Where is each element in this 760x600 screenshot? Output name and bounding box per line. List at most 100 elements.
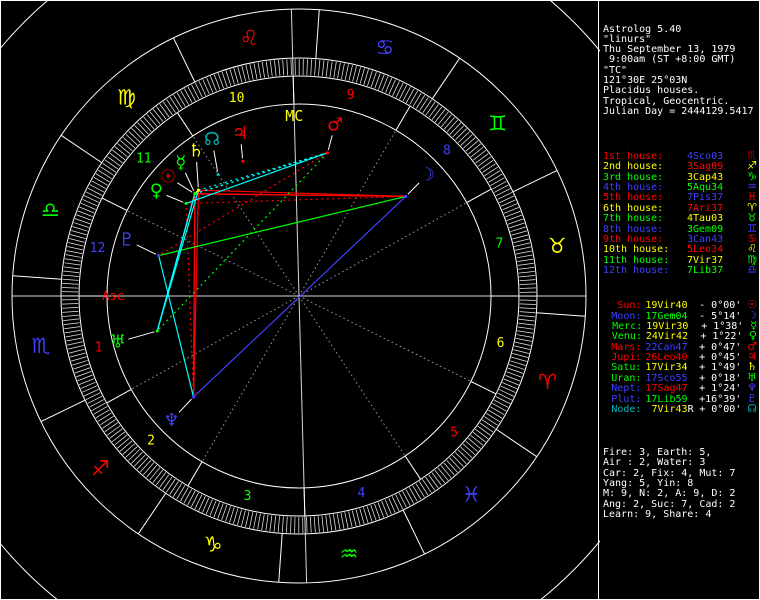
asc-label: Asc xyxy=(102,289,124,303)
degree-tick xyxy=(514,242,531,247)
degree-tick xyxy=(172,483,183,498)
sidebar: Astrolog 5.40 "linurs" Thu September 13, 1… xyxy=(603,0,757,600)
degree-tick xyxy=(107,156,121,167)
planet-longitude: 22Can47 xyxy=(645,341,688,353)
degree-tick xyxy=(62,306,79,309)
degree-tick xyxy=(363,69,369,85)
uranus-glyph: ♅ xyxy=(110,332,126,353)
house-row: 5th house: 7Pis37 ♓ xyxy=(603,191,757,203)
degree-tick xyxy=(68,242,84,247)
degree-tick xyxy=(412,485,422,500)
degree-tick xyxy=(261,61,265,78)
house-number-10: 10 xyxy=(229,91,245,106)
degree-tick xyxy=(443,117,455,130)
uranus-position-dot xyxy=(155,329,159,333)
degree-tick xyxy=(183,88,193,103)
degree-tick xyxy=(89,184,105,193)
degree-tick xyxy=(465,440,478,452)
house-cusp-segment xyxy=(176,112,194,137)
degree-tick xyxy=(517,330,534,334)
degree-tick xyxy=(162,101,173,116)
degree-tick xyxy=(344,512,349,528)
degree-tick xyxy=(87,395,103,404)
house-row: 11th house: 7Vir37 ♍ xyxy=(603,254,757,266)
moon-position-dot xyxy=(404,194,408,198)
degree-tick xyxy=(99,415,114,426)
degree-tick xyxy=(409,487,418,502)
taurus-sign-icon: ♉ xyxy=(548,234,567,258)
degree-tick xyxy=(166,99,176,113)
degree-tick xyxy=(282,59,285,76)
degree-tick xyxy=(109,152,123,164)
libra-sign-icon: ♎ xyxy=(41,198,60,222)
degree-tick xyxy=(273,515,277,532)
sign-boundary xyxy=(12,275,62,280)
degree-tick xyxy=(63,266,80,270)
degree-tick xyxy=(398,492,407,508)
stats-line-4: M: 9, N: 2, A: 9, D: 2 xyxy=(603,488,736,500)
sign-boundary xyxy=(278,533,283,583)
degree-tick xyxy=(73,222,89,228)
moon-glyph: ☽ xyxy=(419,165,435,186)
degree-tick xyxy=(274,60,277,77)
degree-tick xyxy=(72,360,88,366)
degree-tick xyxy=(169,96,180,111)
degree-tick xyxy=(97,412,112,422)
cancer-sign-icon: ♋ xyxy=(375,35,394,59)
house-cusp-segment xyxy=(106,388,132,404)
degree-tick xyxy=(437,467,449,481)
degree-tick xyxy=(405,88,415,103)
degree-tick xyxy=(133,454,146,467)
degree-tick xyxy=(443,462,455,476)
degree-tick xyxy=(310,59,312,76)
degree-tick xyxy=(318,59,321,76)
degree-tick xyxy=(140,119,152,132)
degree-tick xyxy=(269,515,273,532)
degree-tick xyxy=(366,506,373,522)
degree-tick xyxy=(431,106,443,120)
degree-tick xyxy=(128,449,141,461)
degree-tick xyxy=(63,270,80,274)
degree-tick xyxy=(71,356,87,362)
degree-tick xyxy=(488,409,503,419)
degree-tick xyxy=(149,111,161,125)
degree-tick xyxy=(191,84,200,100)
leo-sign-icon: ♌ xyxy=(240,26,259,50)
degree-tick xyxy=(183,489,193,504)
degree-tick xyxy=(468,143,481,155)
house-cusp-line xyxy=(298,295,422,480)
neptune-glyph: ♆ xyxy=(164,410,180,431)
degree-tick xyxy=(482,163,496,173)
degree-tick xyxy=(518,318,535,322)
degree-tick xyxy=(463,137,476,149)
degree-tick xyxy=(510,360,526,366)
degree-tick xyxy=(313,516,316,533)
degree-tick xyxy=(340,63,345,80)
degree-tick xyxy=(518,271,535,274)
house-number-7: 7 xyxy=(495,236,503,251)
degree-tick xyxy=(329,61,333,78)
degree-tick xyxy=(449,122,462,135)
degree-tick xyxy=(66,337,83,342)
degree-tick xyxy=(511,356,527,362)
degree-tick xyxy=(507,218,524,225)
degree-tick xyxy=(64,258,81,262)
degree-tick xyxy=(249,64,254,80)
degree-tick xyxy=(62,287,79,289)
degree-tick xyxy=(117,437,130,449)
mc-axis xyxy=(290,9,300,297)
planet-longitude: 19Vir30 xyxy=(646,320,689,332)
degree-tick xyxy=(348,65,353,81)
house-cusp-line xyxy=(298,105,411,297)
degree-tick xyxy=(519,311,536,314)
degree-tick xyxy=(490,406,505,416)
degree-tick xyxy=(370,71,377,88)
planet-row: Moon: 17Gem04- 5°14' ☽ xyxy=(603,309,757,321)
degree-tick xyxy=(72,226,88,232)
degree-tick xyxy=(62,274,79,277)
degree-tick xyxy=(143,116,155,130)
uranus-pointer-line xyxy=(128,331,155,340)
degree-tick xyxy=(519,283,536,286)
degree-tick xyxy=(402,86,411,102)
degree-tick xyxy=(446,460,458,473)
